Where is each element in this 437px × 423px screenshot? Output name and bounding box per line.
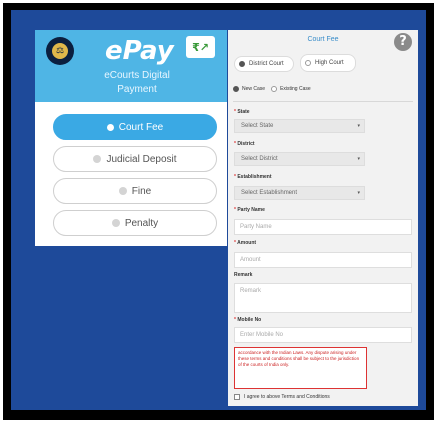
high-court-label: High Court — [315, 60, 344, 66]
remark-input[interactable]: Remark — [234, 283, 412, 313]
party-name-label: * Party Name — [234, 207, 265, 213]
agree-terms-label: I agree to above Terms and Conditions — [244, 394, 330, 400]
terms-box: accordance with the Indian Laws. Any dis… — [234, 347, 367, 389]
new-case-label: New Case — [242, 86, 266, 92]
radio-icon — [111, 219, 120, 227]
radio-icon — [305, 60, 311, 66]
case-type-group: New Case Existing Case — [233, 86, 317, 92]
app-title: ePay — [105, 36, 174, 66]
court-fee-form: Court Fee ? District Court High Court Ne… — [228, 30, 418, 406]
existing-case-label: Existing Case — [280, 86, 311, 92]
app-subtitle: eCourts Digital Payment — [104, 70, 170, 95]
judicial-deposit-label: Judicial Deposit — [106, 153, 177, 165]
emblem-icon: ⚖ — [46, 37, 74, 65]
mobile-label: * Mobile No — [234, 317, 262, 323]
court-fee-button[interactable]: Court Fee — [53, 114, 217, 140]
existing-case-radio[interactable] — [271, 86, 278, 92]
mobile-input[interactable]: Enter Mobile No — [234, 327, 412, 343]
penalty-button[interactable]: Penalty — [53, 210, 217, 236]
establishment-label: * Establishment — [234, 174, 272, 180]
high-court-radio[interactable]: High Court — [300, 54, 356, 72]
district-court-label: District Court — [249, 61, 284, 67]
checkbox-icon — [234, 394, 240, 400]
payment-logo-icon: ₹↗ — [186, 36, 215, 58]
fine-label: Fine — [131, 185, 152, 197]
judicial-deposit-button[interactable]: Judicial Deposit — [53, 146, 217, 172]
help-icon[interactable]: ? — [394, 33, 412, 51]
fine-button[interactable]: Fine — [53, 178, 217, 204]
new-case-radio[interactable] — [233, 86, 239, 92]
party-name-input[interactable]: Party Name — [234, 219, 412, 235]
district-select[interactable]: Select District ▾ — [234, 152, 365, 166]
payment-type-panel: ⚖ ePay eCourts Digital Payment ₹↗ Court … — [35, 30, 227, 246]
district-court-radio[interactable]: District Court — [234, 56, 294, 72]
establishment-select[interactable]: Select Establishment ▾ — [234, 186, 365, 200]
amount-input[interactable]: Amount — [234, 252, 412, 268]
district-label: * District — [234, 141, 255, 147]
radio-icon — [118, 187, 127, 195]
radio-icon — [239, 61, 245, 67]
app-header: ⚖ ePay eCourts Digital Payment ₹↗ — [35, 30, 227, 102]
agree-terms-checkbox[interactable]: I agree to above Terms and Conditions — [234, 394, 330, 400]
state-label: * State — [234, 109, 250, 115]
court-fee-label: Court Fee — [118, 121, 164, 133]
radio-icon — [93, 155, 102, 163]
state-select[interactable]: Select State ▾ — [234, 119, 365, 133]
divider — [233, 101, 413, 102]
penalty-label: Penalty — [124, 217, 159, 229]
remark-label: Remark — [234, 272, 253, 278]
form-title: Court Fee — [307, 36, 339, 43]
amount-label: * Amount — [234, 240, 257, 246]
radio-icon — [106, 123, 114, 131]
